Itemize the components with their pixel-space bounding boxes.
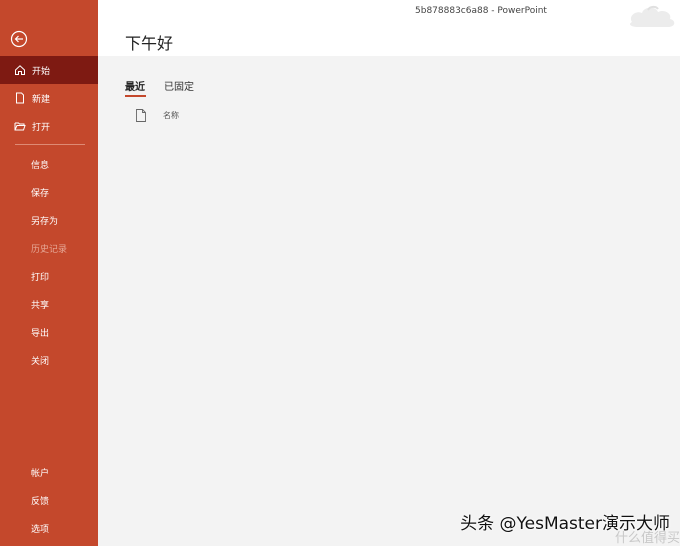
nav-item-share[interactable]: 共享 [0,290,98,318]
nav-label: 历史记录 [31,244,68,255]
nav-label: 帐户 [31,468,50,479]
nav-label: 反馈 [31,496,50,507]
nav-label: 打印 [31,272,50,283]
new-file-icon [14,92,26,104]
backstage-sidebar: 开始 新建 打开 信息 保存 另存为 历史记录 打印 共享 导出 关闭 帐户 反… [0,0,98,546]
nav-item-save[interactable]: 保存 [0,178,98,206]
watermark-sub-text: 什么值得买 [614,531,680,546]
nav-label: 信息 [31,160,50,171]
nav-label: 关闭 [31,356,50,367]
file-type-icon [136,109,146,122]
nav-item-account[interactable]: 帐户 [0,458,98,486]
nav-item-options[interactable]: 选项 [0,514,98,542]
open-folder-icon [14,120,26,132]
nav-item-export[interactable]: 导出 [0,318,98,346]
nav-item-print[interactable]: 打印 [0,262,98,290]
nav-item-info[interactable]: 信息 [0,150,98,178]
window-title: 5b878883c6a88 - PowerPoint [415,6,547,16]
header: 5b878883c6a88 - PowerPoint 下午好 [98,0,680,56]
greeting-title: 下午好 [125,34,174,53]
cloud-decoration-icon [630,5,675,27]
nav-label: 保存 [31,188,50,199]
powerpoint-backstage: 开始 新建 打开 信息 保存 另存为 历史记录 打印 共享 导出 关闭 帐户 反… [0,0,680,546]
tab-pinned[interactable]: 已固定 [164,78,194,93]
nav-label: 开始 [32,66,51,77]
nav-item-save-as[interactable]: 另存为 [0,206,98,234]
nav-item-feedback[interactable]: 反馈 [0,486,98,514]
nav-label: 导出 [31,328,50,339]
nav-item-open[interactable]: 打开 [0,112,98,140]
tab-recent[interactable]: 最近 [125,78,145,93]
back-arrow-icon[interactable] [10,30,28,48]
nav-label: 共享 [31,300,50,311]
home-icon [14,64,26,76]
sidebar-divider [15,144,85,145]
nav-item-new[interactable]: 新建 [0,84,98,112]
nav-label: 新建 [32,94,51,105]
tab-active-indicator [125,95,146,97]
nav-label: 选项 [31,524,50,535]
name-column-header[interactable]: 名称 [163,110,179,121]
nav-label: 打开 [32,122,51,133]
backstage-main: 5b878883c6a88 - PowerPoint 下午好 最近 已固定 名称… [98,0,680,546]
nav-item-close[interactable]: 关闭 [0,346,98,374]
nav-item-history: 历史记录 [0,234,98,262]
nav-item-home[interactable]: 开始 [0,56,98,84]
nav-label: 另存为 [31,216,59,227]
